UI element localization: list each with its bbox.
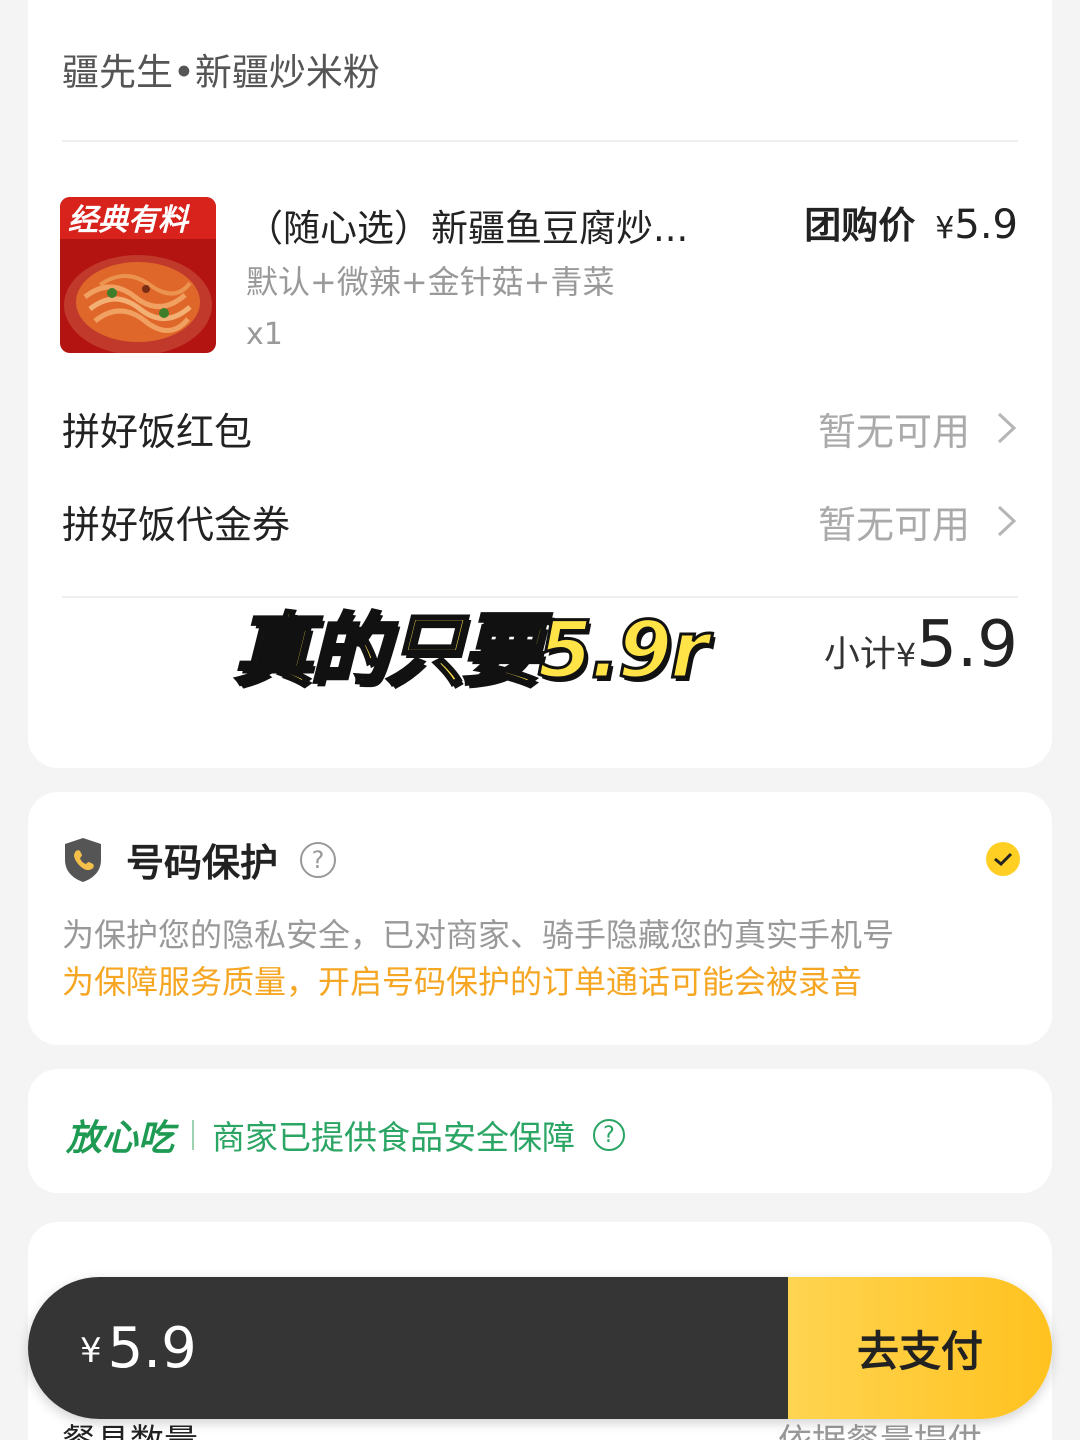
pay-total: ¥ 5.9 <box>28 1277 788 1419</box>
protection-header: 号码保护 ? <box>62 832 337 887</box>
shop-name[interactable]: 疆先生•新疆炒米粉 <box>62 42 380 96</box>
overlay-caption: 真的只要5.9r <box>233 605 711 698</box>
food-safety-card[interactable]: 放心吃 商家已提供食品安全保障 ? <box>28 1069 1052 1193</box>
chevron-right-icon <box>997 412 1017 444</box>
protection-title: 号码保护 <box>126 841 279 885</box>
separator <box>192 1120 195 1150</box>
item-quantity: x1 <box>246 317 283 352</box>
help-icon[interactable]: ? <box>300 841 337 878</box>
price-value: ¥5.9 <box>935 202 1018 248</box>
voucher-row[interactable]: 拼好饭代金券 暂无可用 <box>62 491 1018 551</box>
checkout-page: 疆先生•新疆炒米粉 经典有料 （随心选）新疆鱼豆腐炒... 默认+微辣+金针菇+… <box>0 0 1080 1440</box>
safe-brand-logo: 放心吃 <box>66 1118 175 1159</box>
red-packet-status: 暂无可用 <box>818 401 1018 456</box>
item-name[interactable]: （随心选）新疆鱼豆腐炒... <box>246 198 746 252</box>
pay-amount: 5.9 <box>107 1315 197 1381</box>
red-packet-label: 拼好饭红包 <box>62 409 253 454</box>
voucher-label: 拼好饭代金券 <box>62 502 291 547</box>
pay-button[interactable]: 去支付 <box>788 1277 1052 1419</box>
recording-notice: 为保障服务质量，开启号码保护的订单通话可能会被录音 <box>62 963 863 1001</box>
divider <box>62 140 1018 142</box>
shield-phone-icon <box>65 837 101 882</box>
red-packet-value: 暂无可用 <box>817 409 970 454</box>
subtotal-label: 小计 <box>823 634 896 675</box>
voucher-status: 暂无可用 <box>818 494 1018 549</box>
item-spec: 默认+微辣+金针菇+青菜 <box>246 263 615 301</box>
pay-bar: ¥ 5.9 去支付 <box>28 1277 1052 1419</box>
subtotal: 小计 ¥ 5.9 <box>824 608 1018 682</box>
voucher-value: 暂无可用 <box>817 502 970 547</box>
price-amount: 5.9 <box>954 202 1018 248</box>
red-packet-row[interactable]: 拼好饭红包 暂无可用 <box>62 398 1018 458</box>
food-safety-row: 放心吃 商家已提供食品安全保障 ? <box>66 1109 626 1161</box>
subtotal-currency: ¥ <box>895 636 917 674</box>
price-label: 团购价 <box>804 204 916 247</box>
chevron-right-icon <box>997 505 1017 537</box>
help-icon[interactable]: ? <box>593 1119 626 1151</box>
number-protection-card: 号码保护 ? 为保护您的隐私安全，已对商家、骑手隐藏您的真实手机号 为保障服务质… <box>28 792 1052 1045</box>
subtotal-value: 5.9 <box>916 608 1018 682</box>
safe-guarantee-text: 商家已提供食品安全保障 <box>212 1118 576 1157</box>
price-currency: ¥ <box>935 211 955 246</box>
thumb-banner-text: 经典有料 <box>68 204 191 237</box>
food-thumbnail[interactable]: 经典有料 <box>60 197 216 353</box>
checkmark-icon <box>994 852 1013 867</box>
pay-currency: ¥ <box>80 1331 102 1371</box>
order-card: 疆先生•新疆炒米粉 经典有料 （随心选）新疆鱼豆腐炒... 默认+微辣+金针菇+… <box>28 0 1052 768</box>
protection-checkbox[interactable] <box>986 842 1020 876</box>
privacy-notice: 为保护您的隐私安全，已对商家、骑手隐藏您的真实手机号 <box>62 916 895 954</box>
group-price: 团购价 ¥5.9 <box>804 195 1018 249</box>
